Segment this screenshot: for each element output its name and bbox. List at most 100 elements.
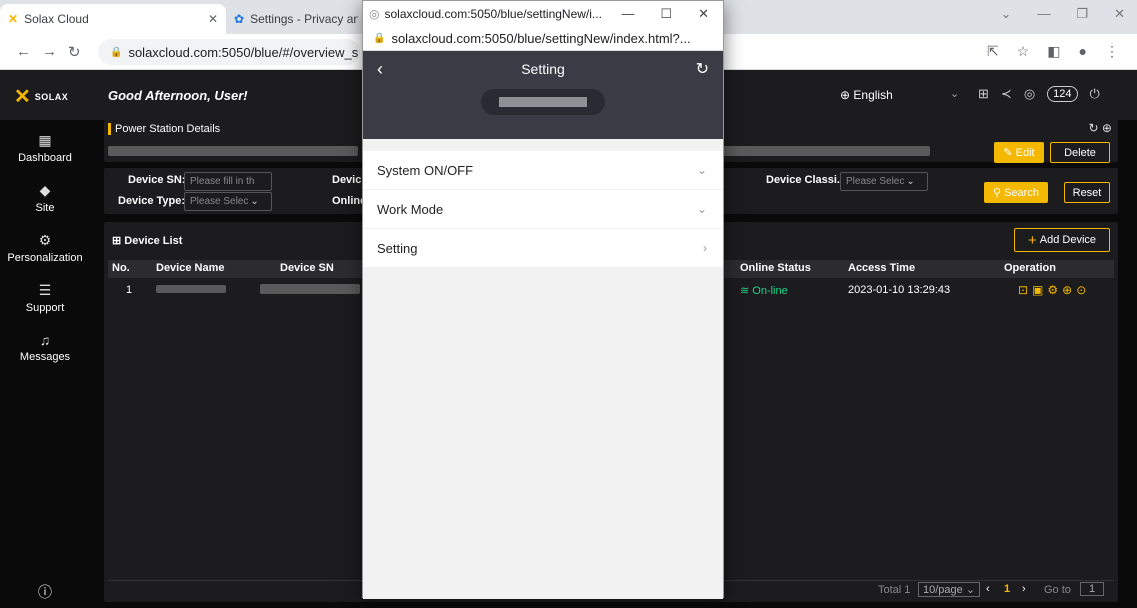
dashboard-icon: ▦ <box>38 132 52 148</box>
dropdown-icon[interactable]: ⌄ <box>1001 6 1012 22</box>
tab-title: Settings - Privacy and <box>250 12 358 26</box>
device-class-label: Device Classi... <box>766 174 847 186</box>
reset-button[interactable]: Reset <box>1064 182 1110 203</box>
refresh-expand-icons[interactable]: ↻ ⊕ <box>1089 121 1112 135</box>
lock-icon: 🔒 <box>373 33 386 44</box>
site-icon: ◆ <box>39 182 51 198</box>
next-page-icon[interactable]: › <box>1022 583 1026 595</box>
chevron-down-icon: ⌄ <box>906 176 915 187</box>
current-page[interactable]: 1 <box>1004 583 1010 595</box>
minimize-icon[interactable]: — <box>621 6 634 22</box>
chevron-down-icon: ⌄ <box>250 196 259 207</box>
reload-icon[interactable]: ↻ <box>68 43 81 61</box>
pager-total: Total 1 <box>878 584 911 596</box>
support-icon[interactable]: ◎ <box>1024 86 1035 102</box>
bell-icon: ♫ <box>39 332 51 348</box>
url-field[interactable]: 🔒 solaxcloud.com:5050/blue/#/overview_s <box>98 39 360 65</box>
popup-url-bar[interactable]: 🔒 solaxcloud.com:5050/blue/settingNew/in… <box>363 27 723 51</box>
popup-window-title: solaxcloud.com:5050/blue/settingNew/i... <box>384 7 602 21</box>
maximize-icon[interactable]: ☐ <box>660 6 672 22</box>
sidebar-item-site[interactable]: ◆ Site <box>0 182 90 214</box>
info-icon[interactable]: ⓘ <box>0 582 90 602</box>
panel-title: Power Station Details <box>108 123 220 135</box>
goto-input[interactable]: 1 <box>1080 582 1105 596</box>
notification-badge[interactable]: 124 <box>1047 86 1078 102</box>
access-time: 2023-01-10 13:29:43 <box>848 284 951 296</box>
power-icon[interactable]: ⏻ <box>1090 86 1100 102</box>
sidebar-item-personalization[interactable]: ⚙ Personalization <box>0 232 90 264</box>
redacted-info <box>108 146 358 156</box>
chevron-down-icon: ⌄ <box>696 202 707 216</box>
menu-item-work-mode[interactable]: Work Mode ⌄ <box>363 190 723 229</box>
maximize-icon[interactable]: ❐ <box>1076 6 1088 22</box>
redacted-device-name <box>156 285 226 293</box>
tab-solax-cloud[interactable]: ✕ Solax Cloud ✕ <box>0 4 226 34</box>
search-button[interactable]: ⚲ Search <box>984 182 1048 203</box>
menu-icon[interactable]: ⋮ <box>1105 43 1119 60</box>
chevron-right-icon: › <box>703 241 707 255</box>
forward-arrow-icon[interactable]: → <box>42 43 57 60</box>
device-type-select[interactable]: Please Selec ⌄ <box>184 192 272 211</box>
solax-x-icon: ✕ <box>14 86 31 108</box>
search-icon: ⚲ <box>993 187 1002 199</box>
sidepanel-icon[interactable]: ◧ <box>1047 43 1060 60</box>
plus-icon: + <box>1027 231 1037 249</box>
setting-popup-window: ◎ solaxcloud.com:5050/blue/settingNew/i.… <box>362 0 724 599</box>
url-text: solaxcloud.com:5050/blue/#/overview_s <box>128 44 359 60</box>
refresh-icon[interactable]: ↻ <box>696 59 709 79</box>
close-icon[interactable]: ✕ <box>1114 6 1125 22</box>
chevron-down-icon[interactable]: ⌄ <box>950 87 959 100</box>
device-type-label: Device Type: <box>118 195 186 207</box>
sidebar: ▦ Dashboard ◆ Site ⚙ Personalization ☰ S… <box>0 120 90 608</box>
device-class-select[interactable]: Please Selec ⌄ <box>840 172 928 191</box>
delete-button[interactable]: Delete <box>1050 142 1110 163</box>
menu-item-system-on-off[interactable]: System ON/OFF ⌄ <box>363 151 723 190</box>
star-icon[interactable]: ☆ <box>1017 43 1030 60</box>
solax-logo[interactable]: ✕ SOLAX <box>14 84 68 109</box>
layout-icon[interactable]: ⊞ <box>978 86 989 102</box>
device-sn-input[interactable]: Please fill in th <box>184 172 272 191</box>
share-icon[interactable]: ≺ <box>1001 86 1012 102</box>
language-selector[interactable]: ⊕ English <box>840 88 893 102</box>
menu-item-setting[interactable]: Setting › <box>363 229 723 268</box>
popup-empty-body <box>363 268 723 599</box>
minimize-icon[interactable]: — <box>1037 6 1050 22</box>
th-no: No. <box>112 262 130 274</box>
share-icon[interactable]: ⇱ <box>987 43 999 60</box>
header-icons: ⊞ ≺ ◎ 124 ⏻ <box>978 86 1100 102</box>
globe-icon: ⊕ <box>840 88 851 102</box>
th-online-status: Online Status <box>740 262 811 274</box>
popup-titlebar: ◎ solaxcloud.com:5050/blue/settingNew/i.… <box>363 1 723 27</box>
profile-icon[interactable]: ● <box>1079 43 1087 60</box>
add-device-button[interactable]: + Add Device <box>1014 228 1110 252</box>
chevron-down-icon: ⌄ <box>696 163 707 177</box>
solax-x-icon: ✕ <box>8 12 19 26</box>
greeting: Good Afternoon, User! <box>108 88 248 103</box>
th-device-sn: Device SN <box>280 262 334 274</box>
tab-settings[interactable]: ✿ Settings - Privacy and <box>226 4 366 34</box>
support-icon: ☰ <box>38 282 52 298</box>
back-arrow-icon[interactable]: ← <box>16 43 31 60</box>
chevron-down-icon: ⌄ <box>965 584 976 596</box>
tab-title: Solax Cloud <box>24 12 89 26</box>
operation-icons[interactable]: ⊡▣⚙⊕⊙ <box>1018 283 1090 297</box>
sidebar-item-messages[interactable]: ♫ Messages <box>0 332 90 363</box>
th-access-time: Access Time <box>848 262 916 274</box>
wifi-icon: ≋ <box>740 285 750 297</box>
sidebar-item-support[interactable]: ☰ Support <box>0 282 90 314</box>
spacer <box>363 139 723 151</box>
sidebar-item-dashboard[interactable]: ▦ Dashboard <box>0 132 90 164</box>
redacted-info <box>720 146 930 156</box>
device-list-title: ⊞ Device List <box>112 235 183 247</box>
site-icon: ◎ <box>369 7 380 21</box>
edit-button[interactable]: ✎ Edit <box>994 142 1044 163</box>
page-size-select[interactable]: 10/page ⌄ <box>918 582 981 597</box>
close-icon[interactable]: ✕ <box>698 6 709 22</box>
lock-icon: 🔒 <box>110 46 123 58</box>
popup-page-title: Setting <box>521 61 565 77</box>
th-device-name: Device Name <box>156 262 225 274</box>
close-icon[interactable]: ✕ <box>208 12 218 26</box>
device-sn-label: Device SN: <box>128 174 186 186</box>
device-label-partial: Devic <box>332 174 362 186</box>
prev-page-icon[interactable]: ‹ <box>986 583 990 595</box>
